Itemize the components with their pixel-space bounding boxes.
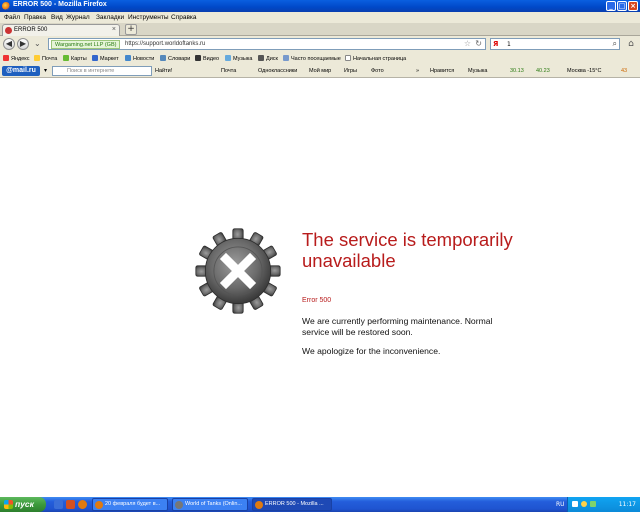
wot-task-icon (175, 501, 183, 509)
system-tray: 11:17 (567, 497, 640, 512)
mailru-games[interactable]: Игры (344, 68, 357, 74)
new-tab-button[interactable]: + (125, 24, 137, 35)
windows-logo-icon (4, 500, 13, 509)
window-titlebar[interactable]: ERROR 500 - Mozilla Firefox _ □ × (0, 0, 640, 12)
back-button[interactable]: ◀ (3, 38, 15, 50)
firefox-logo-icon (2, 2, 10, 10)
quicklaunch-opera-icon[interactable] (66, 500, 75, 509)
clock: 11:17 (618, 501, 636, 508)
search-icon[interactable]: ⌕ (613, 39, 617, 49)
address-bar[interactable]: Wargaming.net LLP (GB) https://support.w… (48, 38, 486, 50)
maps-bookmark-icon (63, 55, 69, 61)
error-gear-icon (195, 228, 281, 314)
menu-view[interactable]: Вид (51, 14, 63, 21)
tab-label: ERROR 500 (14, 27, 48, 33)
mailru-find-button[interactable]: Найти! (155, 68, 172, 74)
tab-error-500[interactable]: ERROR 500 × (2, 24, 120, 36)
bookmark-music[interactable]: Музыка (225, 55, 252, 62)
mailru-music[interactable]: Музыка (468, 68, 487, 74)
bookmark-maps[interactable]: Карты (63, 55, 87, 62)
firefox-task-icon (95, 501, 103, 509)
notifications-count[interactable]: 43 (621, 68, 627, 74)
bookmark-video[interactable]: Видео (195, 55, 219, 62)
bookmark-mail[interactable]: Почта (34, 55, 57, 62)
minimize-button[interactable]: _ (606, 1, 616, 11)
search-input[interactable]: 1 (507, 41, 511, 48)
volume-icon[interactable] (581, 501, 587, 507)
error-code: Error 500 (302, 297, 332, 304)
bookmark-home-page[interactable]: Начальная страница (345, 55, 406, 62)
menu-tools[interactable]: Инструменты (128, 14, 169, 21)
yandex-bookmark-icon (3, 55, 9, 61)
maximize-button[interactable]: □ (617, 1, 627, 11)
error-title: The service is temporarily unavailable (302, 229, 513, 271)
mailru-toolbar: @mail.ru ▾ Поиск в интернете Найти! Почт… (0, 65, 640, 78)
network-icon[interactable] (572, 501, 578, 507)
weather[interactable]: Москва -15°C (567, 68, 601, 74)
window-title: ERROR 500 - Mozilla Firefox (13, 1, 107, 8)
search-bar[interactable]: Я 1 ⌕ (490, 38, 620, 50)
home-icon[interactable]: ⌂ (624, 38, 638, 50)
news-bookmark-icon (125, 55, 131, 61)
start-button[interactable]: пуск (0, 497, 46, 512)
most-visited-bookmark-icon (283, 55, 289, 61)
taskbar-item-3[interactable]: ERROR 500 - Mozilla ... (252, 498, 332, 511)
mailru-search-input[interactable]: Поиск в интернете (52, 66, 152, 76)
quicklaunch-firefox-icon[interactable] (78, 500, 87, 509)
mailru-logo[interactable]: @mail.ru (2, 66, 40, 76)
bookmark-most-visited[interactable]: Часто посещаемые (283, 55, 341, 62)
usd-rate[interactable]: 30.13 (510, 68, 524, 74)
home-page-bookmark-icon (345, 55, 351, 61)
site-favicon-icon (5, 27, 12, 34)
yandex-icon: Я (493, 40, 499, 48)
bookmark-news[interactable]: Новости (125, 55, 154, 62)
tab-bar: ERROR 500 × + (0, 23, 640, 36)
tab-close-icon[interactable]: × (112, 26, 116, 33)
bookmark-disk[interactable]: Диск (258, 55, 278, 62)
page-content (0, 78, 640, 495)
bookmarks-toolbar: Яндекс Почта Карты Маркет Новости Словар… (0, 52, 640, 65)
eur-rate[interactable]: 40.23 (536, 68, 550, 74)
mailru-more-chevron[interactable]: » (416, 68, 419, 74)
disk-bookmark-icon (258, 55, 264, 61)
video-bookmark-icon (195, 55, 201, 61)
music-bookmark-icon (225, 55, 231, 61)
mailru-my-world[interactable]: Мой мир (309, 68, 331, 74)
market-bookmark-icon (92, 55, 98, 61)
mailru-photo[interactable]: Фото (371, 68, 384, 74)
history-dropdown-icon[interactable]: ⌄ (34, 39, 44, 49)
bookmark-market[interactable]: Маркет (92, 55, 119, 62)
close-window-button[interactable]: × (628, 1, 638, 11)
menu-bookmarks[interactable]: Закладки (96, 14, 124, 21)
menu-edit[interactable]: Правка (24, 14, 46, 21)
firefox-task-icon (255, 501, 263, 509)
navigation-toolbar: ◀ ▶ ⌄ Wargaming.net LLP (GB) https://sup… (0, 36, 640, 52)
mailru-mail[interactable]: Почта (221, 68, 236, 74)
mailru-odnoklassniki[interactable]: Одноклассники (258, 68, 297, 74)
windows-taskbar: пуск 20 февраля будет в... World of Tank… (0, 497, 640, 512)
taskbar-item-2[interactable]: World of Tanks (Onlin... (172, 498, 248, 511)
bookmark-yandex[interactable]: Яндекс (3, 55, 30, 62)
tray-app-icon[interactable] (590, 501, 596, 507)
reload-icon[interactable]: ↻ (475, 39, 482, 48)
menu-history[interactable]: Журнал (66, 14, 90, 21)
mail-bookmark-icon (34, 55, 40, 61)
url-text[interactable]: https://support.worldoftanks.ru (125, 41, 205, 47)
maintenance-message: We are currently performing maintenance.… (302, 316, 493, 337)
taskbar-item-1[interactable]: 20 февраля будет в... (92, 498, 168, 511)
dictionaries-bookmark-icon (160, 55, 166, 61)
site-identity-badge[interactable]: Wargaming.net LLP (GB) (51, 40, 121, 49)
menu-bar: Файл Правка Вид Журнал Закладки Инструме… (0, 12, 640, 23)
apology-message: We apologize for the inconvenience. (302, 346, 441, 356)
bookmark-dictionaries[interactable]: Словари (160, 55, 190, 62)
forward-button[interactable]: ▶ (17, 38, 29, 50)
mailru-like[interactable]: Нравится (430, 68, 454, 74)
mailru-dropdown-icon[interactable]: ▾ (44, 67, 47, 74)
quicklaunch-word-icon[interactable] (54, 500, 63, 509)
menu-help[interactable]: Справка (171, 14, 197, 21)
language-indicator[interactable]: RU (556, 501, 565, 508)
bookmark-star-icon[interactable]: ☆ (464, 39, 471, 48)
menu-file[interactable]: Файл (4, 14, 20, 21)
